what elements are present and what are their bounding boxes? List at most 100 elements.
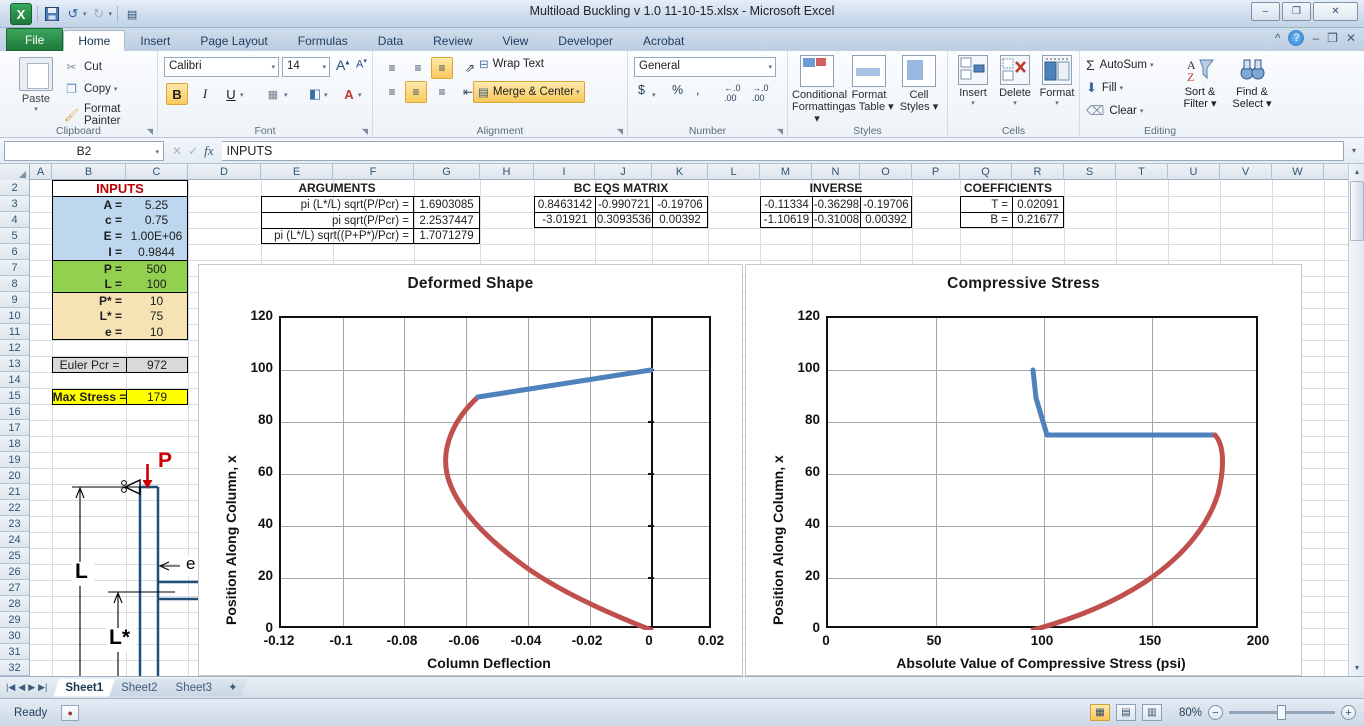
cell-arg1-value[interactable]: 1.6903085 (413, 196, 480, 212)
column-header-N[interactable]: N (812, 164, 860, 180)
row-header-30[interactable]: 30 (0, 628, 30, 644)
row-header-8[interactable]: 8 (0, 276, 30, 292)
cell-value-c[interactable]: 0.75 (126, 212, 188, 228)
clear-button[interactable]: ⌫ Clear ▾ (1086, 103, 1143, 119)
row-header-6[interactable]: 6 (0, 244, 30, 260)
row-header-29[interactable]: 29 (0, 612, 30, 628)
tab-insert[interactable]: Insert (125, 30, 185, 51)
cell-inv-r0c2[interactable]: -0.19706 (860, 196, 912, 212)
cell-label-P[interactable]: P = (52, 260, 126, 276)
cell-bc-r0c2[interactable]: -0.19706 (652, 196, 708, 212)
row-header-11[interactable]: 11 (0, 324, 30, 340)
column-header-M[interactable]: M (760, 164, 812, 180)
column-header-J[interactable]: J (595, 164, 652, 180)
column-header-Q[interactable]: Q (960, 164, 1012, 180)
row-header-14[interactable]: 14 (0, 372, 30, 388)
column-header-V[interactable]: V (1220, 164, 1272, 180)
underline-button[interactable]: U (220, 83, 242, 105)
font-name-input[interactable]: Calibri ▾ (164, 57, 279, 77)
minimize-workbook-icon[interactable]: – (1312, 31, 1319, 45)
find-select-button[interactable]: Find & Select ▾ (1226, 55, 1278, 110)
name-box-caret-icon[interactable]: ▾ (155, 148, 159, 156)
row-header-19[interactable]: 19 (0, 452, 30, 468)
row-header-3[interactable]: 3 (0, 196, 30, 212)
cell-inv-r1c1[interactable]: -0.31008 (812, 212, 860, 228)
borders-caret-icon[interactable]: ▾ (284, 91, 288, 99)
column-header-G[interactable]: G (414, 164, 480, 180)
column-header-S[interactable]: S (1064, 164, 1116, 180)
row-header-2[interactable]: 2 (0, 180, 30, 196)
row-header-4[interactable]: 4 (0, 212, 30, 228)
column-header-L[interactable]: L (708, 164, 760, 180)
cell-maxstress-label[interactable]: Max Stress = (52, 389, 126, 405)
font-name-caret-icon[interactable]: ▾ (271, 63, 275, 71)
cell-arg2-label[interactable]: pi sqrt(P/Pcr) = (261, 212, 413, 228)
align-bottom-button[interactable]: ≡ (431, 57, 453, 79)
copy-button[interactable]: ❐ Copy ▾ (64, 81, 117, 96)
fill-color-button[interactable]: ◧ (304, 83, 326, 105)
column-header-R[interactable]: R (1012, 164, 1064, 180)
insert-cells-button[interactable]: Insert ▾ (952, 55, 994, 107)
number-format-select[interactable]: General ▾ (634, 57, 776, 77)
cell-label-Lstar[interactable]: L* = (52, 308, 126, 324)
sheet-tab-sheet3[interactable]: Sheet3 (164, 679, 224, 697)
conditional-formatting-button[interactable]: Conditional Formatting ▾ (792, 55, 847, 125)
column-header-B[interactable]: B (52, 164, 126, 180)
cell-inputs-header[interactable]: INPUTS (52, 180, 188, 196)
cell-value-P[interactable]: 500 (126, 260, 188, 276)
cell-inv-r1c2[interactable]: 0.00392 (860, 212, 912, 228)
cell-inv-r1c0[interactable]: -1.10619 (760, 212, 812, 228)
cell-value-I[interactable]: 0.9844 (126, 244, 188, 260)
tab-page-layout[interactable]: Page Layout (185, 30, 282, 51)
row-header-10[interactable]: 10 (0, 308, 30, 324)
underline-caret-icon[interactable]: ▾ (240, 91, 244, 99)
row-header-23[interactable]: 23 (0, 516, 30, 532)
column-header-E[interactable]: E (261, 164, 333, 180)
merge-caret-icon[interactable]: ▾ (576, 88, 580, 96)
first-sheet-icon[interactable]: |◀ (6, 682, 15, 693)
scroll-up-icon[interactable]: ▲ (1349, 164, 1364, 180)
shrink-font-icon[interactable]: A▾ (356, 57, 367, 71)
align-center-button[interactable]: ≡ (405, 81, 427, 103)
column-header-I[interactable]: I (534, 164, 595, 180)
autosum-caret-icon[interactable]: ▾ (1150, 61, 1154, 69)
comma-button[interactable]: , (696, 83, 699, 97)
spreadsheet-grid[interactable]: ABCDEFGHIJKLMNOPQRSTUVW 2 3 4 5 6 7 8 9 10 11 12 13… (0, 164, 1364, 676)
row-header-9[interactable]: 9 (0, 292, 30, 308)
grow-font-icon[interactable]: A▴ (336, 57, 349, 73)
chart-compressive-stress[interactable]: Compressive Stress Position Along Column… (745, 264, 1302, 676)
close-workbook-icon[interactable]: ✕ (1346, 31, 1356, 45)
cell-value-Lstar[interactable]: 75 (126, 308, 188, 324)
cell-inv-r0c0[interactable]: -0.11334 (760, 196, 812, 212)
alignment-dialog-launcher-icon[interactable]: ◥ (617, 127, 623, 136)
row-header-13[interactable]: 13 (0, 356, 30, 372)
number-format-caret-icon[interactable]: ▾ (768, 63, 772, 71)
wrap-text-button[interactable]: ⊟ Wrap Text (479, 57, 544, 71)
number-dialog-launcher-icon[interactable]: ◥ (777, 127, 783, 136)
maximize-button[interactable]: ❐ (1282, 2, 1311, 21)
cell-euler-value[interactable]: 972 (126, 357, 188, 373)
font-color-button[interactable]: A (338, 83, 360, 105)
cell-coeff-B-label[interactable]: B = (960, 212, 1012, 228)
name-box[interactable]: B2 ▾ (4, 140, 164, 161)
cell-coeff-header[interactable]: COEFFICIENTS (960, 180, 1070, 196)
font-dialog-launcher-icon[interactable]: ◥ (362, 127, 368, 136)
font-size-input[interactable]: 14 ▾ (282, 57, 330, 77)
cell-bc-r1c2[interactable]: 0.00392 (652, 212, 708, 228)
percent-button[interactable]: % (672, 83, 683, 97)
row-header-12[interactable]: 12 (0, 340, 30, 356)
cancel-formula-icon[interactable]: ✕ (172, 144, 182, 158)
close-button[interactable]: ✕ (1313, 2, 1358, 21)
copy-caret-icon[interactable]: ▾ (114, 85, 118, 93)
delete-cells-button[interactable]: Delete ▾ (994, 55, 1036, 107)
column-header-F[interactable]: F (333, 164, 414, 180)
cell-arguments-header[interactable]: ARGUMENTS (261, 180, 413, 196)
page-break-view-button[interactable]: ▥ (1142, 704, 1162, 721)
row-header-31[interactable]: 31 (0, 644, 30, 660)
column-header-P[interactable]: P (912, 164, 960, 180)
cell-value-L[interactable]: 100 (126, 276, 188, 292)
align-left-button[interactable]: ≡ (381, 81, 403, 103)
restore-workbook-icon[interactable]: ❐ (1327, 31, 1338, 45)
cell-euler-label[interactable]: Euler Pcr = (52, 357, 126, 373)
sheet-tab-sheet2[interactable]: Sheet2 (109, 679, 169, 697)
